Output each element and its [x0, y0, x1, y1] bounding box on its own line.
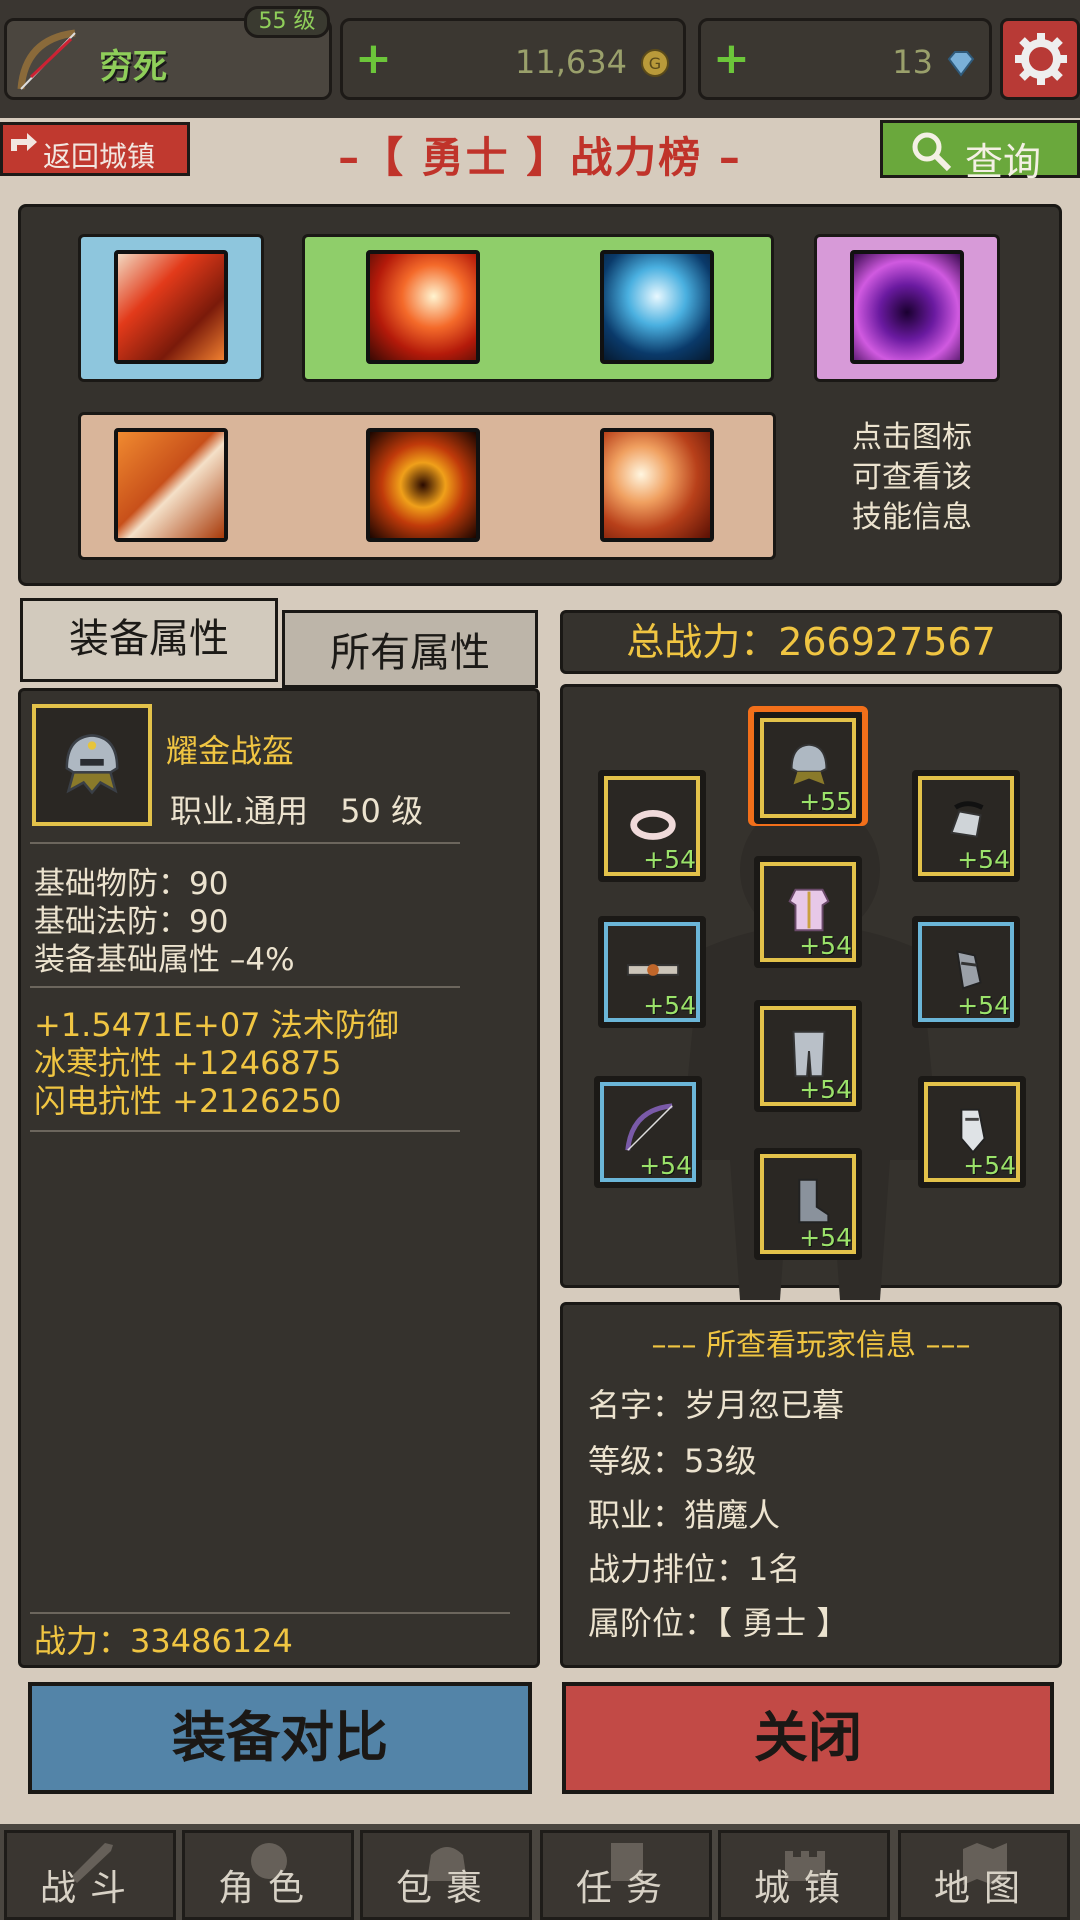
player-info-level: 等级：53级 — [588, 1442, 757, 1480]
settings-button[interactable] — [1000, 18, 1080, 100]
slot-bow[interactable]: +54 — [594, 1076, 702, 1188]
compare-equipment-button[interactable]: 装备对比 — [28, 1682, 532, 1794]
slot-level: +54 — [957, 991, 1010, 1020]
slot-bracer[interactable]: +54 — [912, 916, 1020, 1028]
divider — [30, 1612, 510, 1614]
arrow-right-icon — [11, 133, 37, 151]
item-name: 耀金战盔 — [166, 732, 295, 770]
skill-hint-line: 技能信息 — [852, 500, 972, 535]
gear-icon — [1015, 33, 1067, 85]
slot-legs[interactable]: +54 — [754, 1000, 862, 1112]
nav-map[interactable]: 地图 — [898, 1830, 1070, 1920]
player-info-class: 职业：猎魔人 — [588, 1496, 781, 1534]
equipment-power: 战力：33486124 — [34, 1622, 293, 1660]
slot-belt[interactable]: +54 — [598, 916, 706, 1028]
player-info-title: ––– 所查看玩家信息 ––– — [651, 1328, 971, 1363]
bow-icon — [625, 1103, 673, 1151]
nav-label: 地图 — [933, 1868, 1034, 1909]
skill-hint-line: 点击图标 — [852, 420, 972, 455]
query-label: 查询 — [965, 140, 1042, 184]
helmet-icon — [790, 743, 828, 785]
item-meta: 职业.通用 50 级 — [170, 792, 424, 830]
bow-icon — [17, 29, 76, 90]
player-info-name: 名字：岁月忽已暮 — [588, 1386, 845, 1424]
belt-icon — [626, 964, 680, 976]
slot-level: +54 — [639, 1151, 692, 1180]
nav-inventory[interactable]: 包裹 — [360, 1830, 532, 1920]
gold-box[interactable]: + 11,634 G — [340, 18, 686, 100]
back-to-town-button[interactable]: 返回城镇 — [0, 122, 190, 176]
coin-icon: G — [641, 49, 669, 77]
gem-icon — [947, 51, 975, 77]
nav-character[interactable]: 角色 — [182, 1830, 354, 1920]
slot-helmet[interactable]: +55 — [754, 712, 862, 824]
slot-level: +54 — [643, 991, 696, 1020]
glove-icon — [960, 1108, 986, 1154]
boots-icon — [798, 1178, 830, 1224]
player-info-tier: 属阶位：【 勇士 】 — [588, 1604, 849, 1642]
slot-level: +55 — [799, 787, 852, 816]
skill-meteor-icon[interactable] — [600, 428, 714, 542]
slot-level: +54 — [957, 845, 1010, 874]
svg-text:G: G — [649, 54, 661, 73]
close-button[interactable]: 关闭 — [562, 1682, 1054, 1794]
base-stat: 装备基础属性 –4% — [34, 942, 295, 978]
skill-shadow-figure-icon[interactable] — [850, 250, 964, 364]
skill-blade-strike-icon[interactable] — [114, 250, 228, 364]
nav-battle[interactable]: 战斗 — [4, 1830, 176, 1920]
divider — [30, 986, 460, 988]
slot-level: +54 — [799, 1223, 852, 1252]
nav-town[interactable]: 城镇 — [718, 1830, 890, 1920]
page-title: –【 勇士 】战力榜 – — [338, 133, 742, 182]
add-gold-icon[interactable]: + — [355, 37, 392, 81]
title-row: 返回城镇 –【 勇士 】战力榜 – 查询 — [0, 118, 1080, 184]
nav-quests[interactable]: 任务 — [540, 1830, 712, 1920]
slot-chest[interactable]: +54 — [754, 856, 862, 968]
slot-level: +54 — [799, 1075, 852, 1104]
slot-boots[interactable]: +54 — [754, 1148, 862, 1260]
slot-glove[interactable]: +54 — [918, 1076, 1026, 1188]
gem-amount: 13 — [892, 43, 933, 81]
gold-amount: 11,634 — [515, 43, 627, 81]
slot-level: +54 — [799, 931, 852, 960]
bracer-icon — [956, 950, 982, 990]
level-badge: 55 级 — [244, 6, 330, 38]
equipment-detail-panel — [18, 688, 540, 1668]
skill-hint: 点击图标 可查看该 技能信息 — [822, 418, 1002, 538]
slot-ring[interactable]: +54 — [598, 770, 706, 882]
helmet-icon — [65, 734, 119, 795]
query-button[interactable]: 查询 — [880, 120, 1080, 184]
gem-box[interactable]: + 13 — [698, 18, 992, 100]
divider — [30, 1130, 460, 1132]
ring-icon — [630, 809, 676, 840]
skill-target-icon[interactable] — [366, 428, 480, 542]
skill-ice-trident-icon[interactable] — [600, 250, 714, 364]
search-icon — [912, 132, 952, 172]
tab-all-attributes[interactable]: 所有属性 — [282, 610, 538, 688]
nav-label: 任务 — [575, 1868, 676, 1909]
selected-item-frame — [32, 704, 152, 826]
nav-label: 城镇 — [753, 1868, 854, 1909]
add-gem-icon[interactable]: + — [713, 37, 750, 81]
tab-equip-attributes[interactable]: 装备属性 — [20, 598, 278, 682]
chest-armor-icon — [788, 888, 830, 932]
slot-gauntlet[interactable]: +54 — [912, 770, 1020, 882]
leg-armor-icon — [792, 1030, 826, 1078]
nav-label: 战斗 — [39, 1868, 140, 1909]
bonus-stat: 闪电抗性 +2126250 — [34, 1082, 342, 1120]
slot-level: +54 — [643, 845, 696, 874]
nav-label: 角色 — [217, 1868, 318, 1909]
skill-hint-line: 可查看该 — [852, 460, 972, 495]
skill-chain-icon[interactable] — [114, 428, 228, 542]
skill-fire-slash-icon[interactable] — [366, 250, 480, 364]
nav-label: 包裹 — [395, 1868, 496, 1909]
total-power: 总战力：266927567 — [560, 610, 1062, 674]
player-info-rank: 战力排位：1名 — [588, 1550, 801, 1588]
player-name: 穷死 — [99, 47, 167, 87]
gauntlet-icon — [950, 801, 984, 838]
slot-level: +54 — [963, 1151, 1016, 1180]
divider — [30, 842, 460, 844]
back-label: 返回城镇 — [43, 140, 156, 173]
